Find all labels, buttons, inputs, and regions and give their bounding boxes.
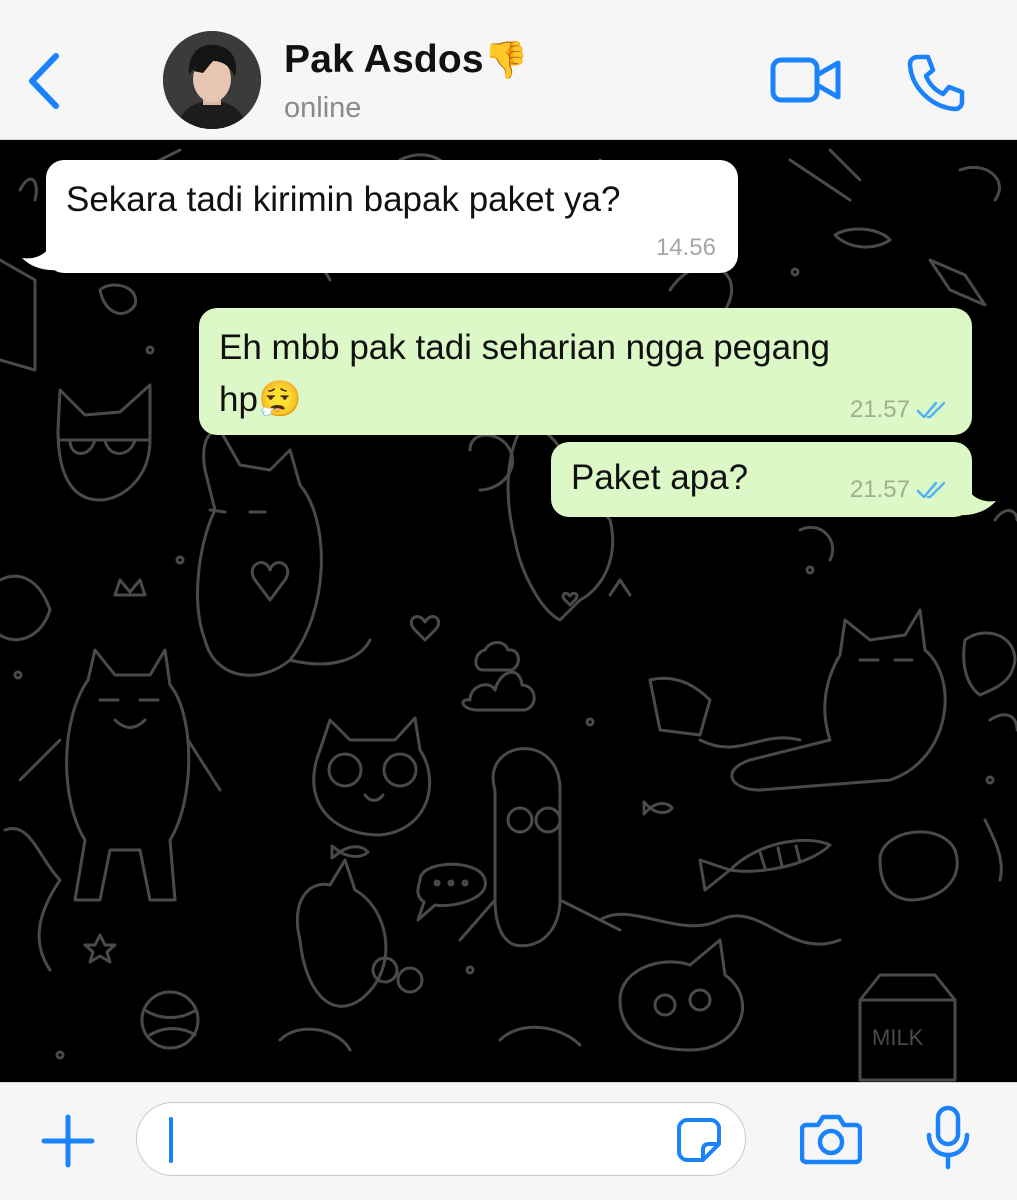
thumbs-down-emoji: 👎 — [483, 39, 529, 80]
microphone-icon — [926, 1105, 970, 1170]
message-time: 21.57 — [849, 396, 910, 423]
avatar-image — [163, 31, 261, 129]
camera-button[interactable] — [799, 1113, 863, 1170]
contact-status: online — [284, 92, 362, 124]
sticker-button[interactable] — [675, 1116, 723, 1169]
message-text: Sekara tadi kirimin bapak paket ya? — [66, 180, 621, 219]
message-meta: 21.57 — [850, 395, 950, 425]
doodle-wallpaper: MILK — [0, 148, 1017, 1082]
message-bubble-incoming[interactable]: Sekara tadi kirimin bapak paket ya? 14.5… — [46, 160, 738, 273]
video-camera-icon — [770, 57, 841, 103]
phone-icon — [907, 54, 965, 112]
message-time: 14.56 — [655, 234, 716, 261]
message-bubble-outgoing[interactable]: Eh mbb pak tadi seharian ngga pegang hp😮… — [199, 308, 972, 435]
message-meta: 14.56 — [656, 233, 716, 263]
message-bubble-outgoing[interactable]: Paket apa? 21.57 — [551, 442, 972, 517]
milk-label: MILK — [872, 1025, 924, 1050]
chat-header: Pak Asdos👎 online — [0, 0, 1017, 140]
message-text-line-2-wrap: hp😮‍💨 — [219, 374, 302, 426]
incoming-bubble-tail — [22, 244, 58, 271]
message-input[interactable] — [155, 1111, 679, 1169]
back-button[interactable] — [18, 46, 68, 116]
chat-area[interactable]: MILK Sekara tadi kirimin bapak paket ya?… — [0, 140, 1017, 1082]
attach-button[interactable] — [38, 1111, 98, 1176]
message-input-field[interactable] — [136, 1102, 746, 1176]
camera-icon — [799, 1114, 863, 1165]
message-text: Paket apa? — [571, 458, 749, 497]
video-call-button[interactable] — [770, 55, 842, 110]
contact-name[interactable]: Pak Asdos👎 — [284, 38, 529, 82]
contact-avatar[interactable] — [163, 31, 261, 129]
message-meta: 21.57 — [850, 475, 950, 505]
chevron-left-icon — [29, 53, 59, 109]
sticker-icon — [677, 1118, 721, 1162]
chat-screen: Pak Asdos👎 online MILK Sekara tadi kirim… — [0, 0, 1017, 1200]
message-time: 21.57 — [849, 476, 910, 503]
double-check-read-icon — [916, 401, 946, 419]
voice-call-button[interactable] — [906, 52, 966, 117]
contact-name-text: Pak Asdos — [284, 38, 484, 81]
message-text-line-2: hp — [219, 380, 258, 419]
double-check-read-icon — [916, 481, 946, 499]
microphone-button[interactable] — [925, 1105, 971, 1176]
exhaling-face-emoji: 😮‍💨 — [257, 380, 302, 419]
outgoing-bubble-tail — [958, 487, 996, 516]
plus-icon — [41, 1114, 95, 1168]
message-text-line-1: Eh mbb pak tadi seharian ngga pegang — [219, 328, 831, 367]
message-input-bar — [0, 1082, 1017, 1200]
